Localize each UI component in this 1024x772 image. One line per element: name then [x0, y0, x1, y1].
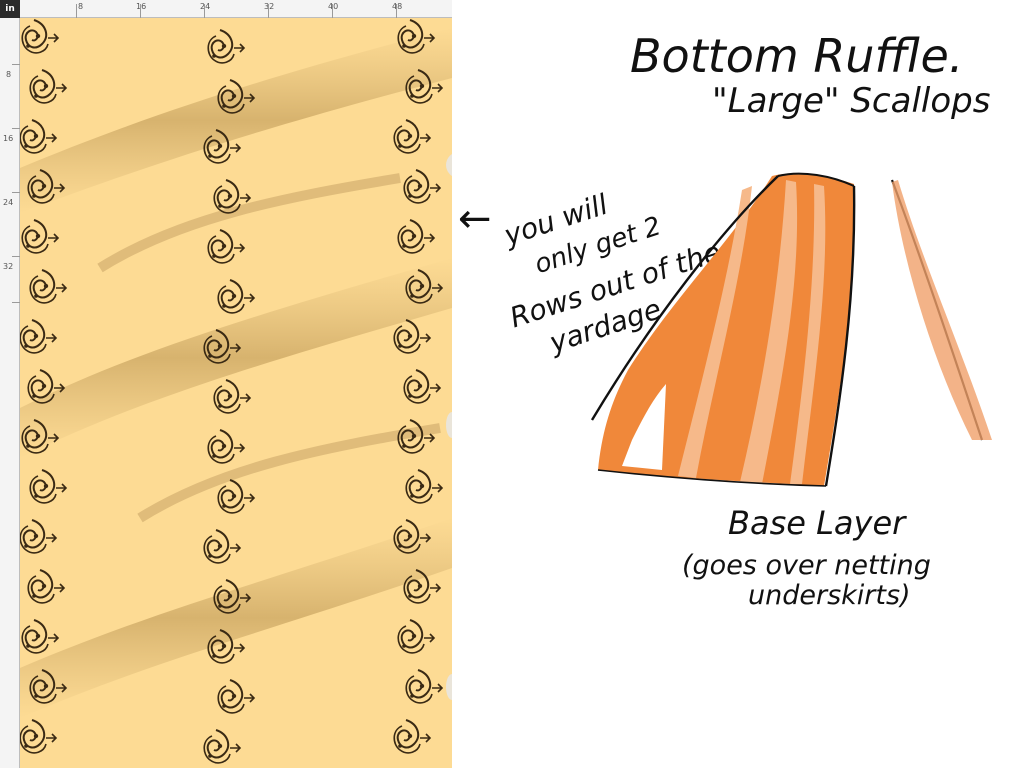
ruler-top-tick-label: 48 — [392, 2, 403, 11]
ruler-top-tick-label: 32 — [264, 2, 275, 11]
sketch-canvas: Bottom Ruffle. "Large" Scallops ← you wi… — [458, 29, 992, 611]
ruler-tick — [12, 64, 20, 65]
lace-column-right — [393, 19, 443, 754]
ruler-left-tick-label: 32 — [3, 262, 14, 271]
ruler-left-tick-label: 8 — [6, 70, 12, 79]
ruler-tick — [204, 4, 205, 18]
vertical-ruler: 8 16 24 32 — [0, 18, 20, 768]
ruler-top-tick-label: 16 — [136, 2, 147, 11]
ruler-left-tick-label: 24 — [3, 198, 14, 207]
ruler-tick — [396, 4, 397, 18]
base-layer-note: (goes over netting — [682, 550, 931, 581]
base-layer-note: underskirts) — [748, 580, 911, 611]
ruler-tick — [76, 4, 77, 18]
ruler-tick — [12, 256, 20, 257]
ruler-tick — [12, 128, 20, 129]
ruler-unit-label[interactable]: in — [0, 0, 20, 18]
sketch-notes-panel: Bottom Ruffle. "Large" Scallops ← you wi… — [452, 0, 1024, 768]
horizontal-ruler: 8 16 24 32 40 48 — [20, 0, 452, 18]
ruler-top-tick-label: 8 — [78, 2, 84, 11]
ruler-tick — [332, 4, 333, 18]
sketch-subtitle: "Large" Scallops — [712, 81, 990, 121]
fabric-swatch — [20, 18, 452, 768]
arrow-left-icon: ← — [458, 196, 492, 242]
ruler-tick — [12, 192, 20, 193]
ruler-top-tick-label: 24 — [200, 2, 211, 11]
ruler-tick — [12, 302, 20, 303]
ruler-tick — [140, 4, 141, 18]
ruler-left-tick-label: 16 — [3, 134, 14, 143]
fabric-pattern — [20, 19, 452, 764]
base-layer-label: Base Layer — [728, 504, 907, 542]
ruler-top-tick-label: 40 — [328, 2, 339, 11]
lace-column-left — [20, 19, 67, 754]
ruler-tick — [268, 4, 269, 18]
fabric-preview-panel: in 8 16 24 32 40 48 8 16 24 32 — [0, 0, 452, 768]
sketch-title: Bottom Ruffle. — [630, 29, 963, 83]
